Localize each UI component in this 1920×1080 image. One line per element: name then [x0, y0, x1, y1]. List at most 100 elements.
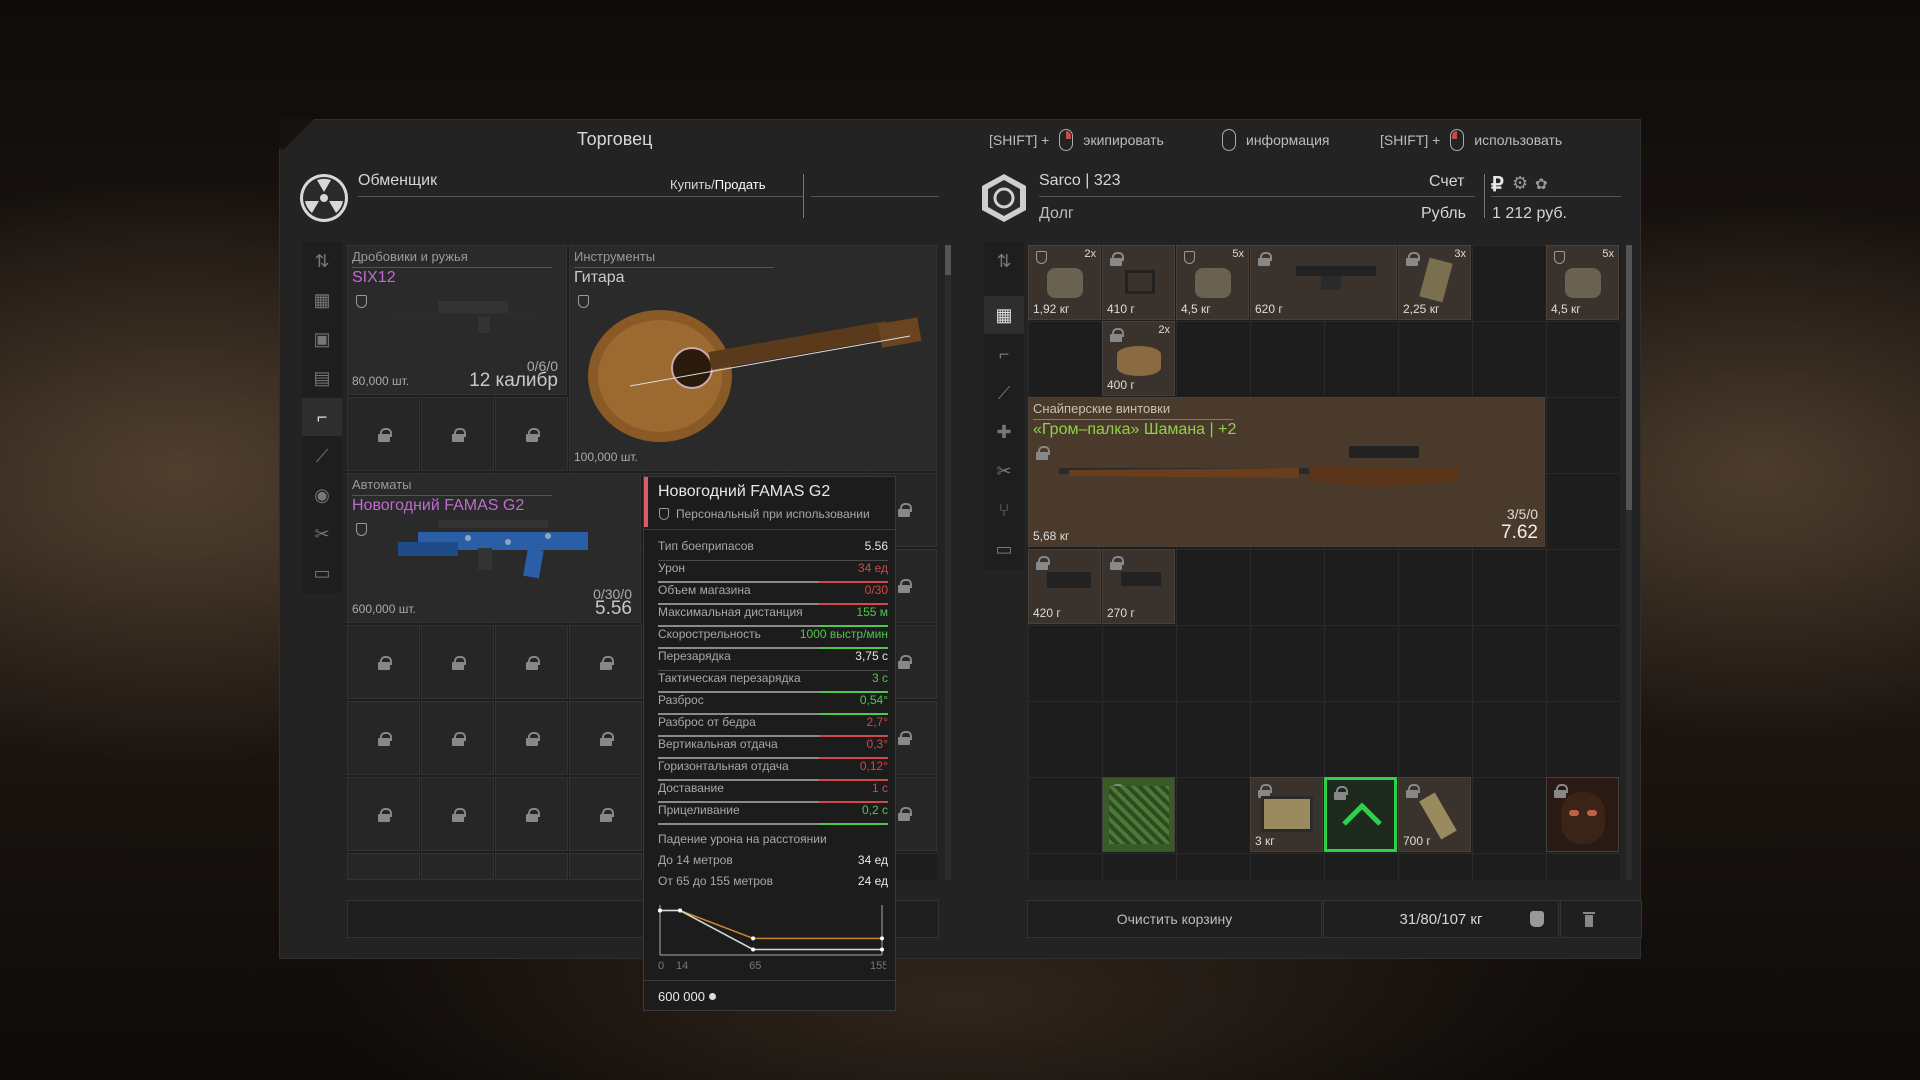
clear-cart-button[interactable]: Очистить корзину — [1027, 900, 1322, 938]
lock-icon — [1334, 786, 1348, 800]
knife-icon[interactable]: ⟋ — [984, 374, 1024, 412]
shop-item-name: SIX12 — [352, 269, 396, 286]
sort-icon[interactable]: ⇅ — [984, 242, 1024, 280]
stat-value: 2,7° — [866, 715, 888, 729]
famas-image — [398, 520, 588, 579]
stat-label: Тактическая перезарядка — [658, 671, 801, 685]
tab-sell[interactable]: Продать — [715, 177, 766, 192]
category-underline — [352, 267, 552, 268]
lock-icon — [526, 808, 540, 822]
inventory-item[interactable]: 270 г — [1102, 549, 1175, 624]
chart-tick-label: 14 — [676, 960, 688, 972]
shop-item-name: Гитара — [574, 269, 625, 286]
shop-scrollbar[interactable] — [945, 245, 951, 880]
rifle-icon[interactable]: ⌐ — [984, 335, 1024, 373]
lock-icon — [600, 808, 614, 822]
trash-icon[interactable] — [1582, 910, 1596, 928]
grenade-icon[interactable]: ◉ — [302, 476, 342, 514]
inventory-sidebar: ⇅ ▦ ⌐ ⟋ ✚ ✂ ⑂ ▭ — [984, 242, 1024, 569]
chart-tick-label: 0 — [658, 960, 664, 972]
stat-value: 3 с — [871, 671, 888, 685]
lock-icon — [1036, 446, 1050, 460]
flower-currency-icon[interactable]: ✿ — [1535, 175, 1548, 193]
divider — [803, 174, 804, 218]
tools-icon[interactable]: ✂ — [984, 452, 1024, 490]
inventory-rifle[interactable]: Снайперские винтовки «Гром–палка» Шамана… — [1028, 397, 1545, 547]
shield-icon — [659, 508, 669, 520]
stat-row: Доставание 1 с — [658, 781, 888, 803]
inventory-item[interactable]: 2x 1,92 кг — [1028, 245, 1101, 320]
hint-use: [SHIFT] + использовать — [1380, 129, 1562, 151]
inventory-item[interactable]: 410 г — [1102, 245, 1175, 320]
shop-item-six12[interactable]: Дробовики и ружья SIX12 80,000 шт. 0/6/0… — [347, 245, 567, 395]
canister-image — [1117, 346, 1161, 376]
camo-net-image — [1109, 786, 1169, 844]
inventory-scrollbar[interactable] — [1626, 245, 1632, 880]
chart-tick-label: 155 — [870, 960, 886, 972]
inventory-item[interactable]: 5x 4,5 кг — [1546, 245, 1619, 320]
backpack-icon[interactable]: ▤ — [302, 359, 342, 397]
gear-currency-icon[interactable]: ⚙ — [1512, 173, 1528, 194]
shop-item-category: Инструменты — [574, 249, 656, 264]
item-weight: 3 кг — [1255, 834, 1275, 848]
medkit-icon[interactable]: ✚ — [984, 413, 1024, 451]
search-underline[interactable] — [811, 196, 939, 197]
armor-icon[interactable]: ▣ — [302, 320, 342, 358]
shop-item-guitar[interactable]: Инструменты Гитара 100,000 шт. — [569, 245, 937, 471]
stat-label: Прицеливание — [658, 803, 740, 817]
food-icon[interactable]: ⑂ — [984, 491, 1024, 529]
sort-icon[interactable]: ⇅ — [302, 242, 342, 280]
scope-image — [1296, 266, 1376, 290]
ruble-icon[interactable]: ₽ — [1491, 172, 1504, 197]
grid-all-icon[interactable]: ▦ — [984, 296, 1024, 334]
lock-icon — [1554, 784, 1568, 798]
rifle-ammo-counts: 3/5/0 — [1506, 506, 1538, 522]
inventory-item[interactable]: 3 кг — [1250, 777, 1323, 852]
stat-value: 34 ед — [857, 561, 888, 575]
grid-all-icon[interactable]: ▦ — [302, 281, 342, 319]
left-mouse-icon — [1450, 129, 1465, 151]
knife-icon[interactable]: ⟋ — [302, 437, 342, 475]
stat-row: Разброс от бедра 2,7° — [658, 715, 888, 737]
falloff-row: До 14 метров 34 ед — [658, 853, 888, 867]
hint-use-key: [SHIFT] + — [1380, 132, 1441, 148]
shop-item-famas[interactable]: Автоматы Новогодний FAMAS G2 600,000 шт.… — [347, 473, 641, 623]
falloff-title: Падение урона на расстоянии — [658, 832, 827, 846]
locked-slot — [569, 701, 642, 775]
series-point — [751, 947, 756, 952]
inventory-item[interactable]: 420 г — [1028, 549, 1101, 624]
item-weight: 400 г — [1107, 378, 1135, 392]
inventory-item-upgrade[interactable] — [1324, 777, 1397, 852]
box-icon[interactable]: ▭ — [302, 554, 342, 592]
debt-label: Долг — [1039, 205, 1074, 222]
lock-icon — [378, 656, 392, 670]
item-count: 5x — [1232, 248, 1244, 260]
item-count: 2x — [1084, 248, 1096, 260]
frame-image — [1125, 270, 1155, 294]
stat-label: Объем магазина — [658, 583, 751, 597]
inventory-item[interactable]: 5x 4,5 кг — [1176, 245, 1249, 320]
inventory-item[interactable]: 620 г — [1250, 245, 1397, 320]
series-line — [660, 909, 882, 940]
lock-icon — [898, 655, 912, 669]
hint-info-label: информация — [1246, 132, 1330, 148]
inventory-item[interactable]: 2x 400 г — [1102, 321, 1175, 396]
scroll-thumb[interactable] — [1626, 245, 1632, 510]
inventory-item[interactable]: 3x 2,25 кг — [1398, 245, 1471, 320]
tab-buy[interactable]: Купить — [670, 177, 711, 192]
stat-label: Перезарядка — [658, 649, 731, 663]
inventory-item[interactable] — [1102, 777, 1175, 852]
inventory-item[interactable]: 700 г — [1398, 777, 1471, 852]
scroll-thumb[interactable] — [945, 245, 951, 275]
stat-value: 1000 выстр/мин — [799, 627, 888, 641]
box-icon[interactable]: ▭ — [984, 530, 1024, 568]
falloff-value: 34 ед — [857, 853, 888, 867]
inventory-item[interactable] — [1546, 777, 1619, 852]
series-point — [880, 936, 884, 941]
rifle-icon[interactable]: ⌐ — [302, 398, 342, 436]
tools-icon[interactable]: ✂ — [302, 515, 342, 553]
stat-row: Прицеливание 0,2 с — [658, 803, 888, 825]
tooltip-subtitle: Персональный при использовании — [676, 507, 870, 521]
lock-icon — [1110, 556, 1124, 570]
lock-icon — [378, 732, 392, 746]
